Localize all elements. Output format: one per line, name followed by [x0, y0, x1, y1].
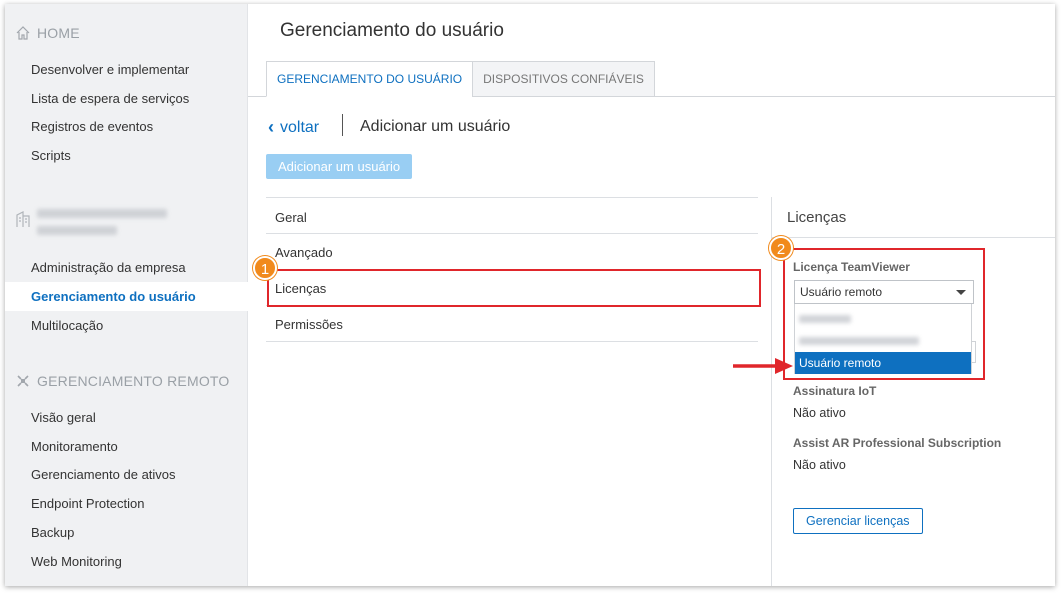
tab-user-management[interactable]: GERENCIAMENTO DO USUÁRIO — [266, 61, 474, 97]
sidebar-item-web-monitoring[interactable]: Web Monitoring — [5, 547, 248, 576]
app-window: HOME Desenvolver e implementar Lista de … — [5, 4, 1055, 586]
sidebar-item-company-admin[interactable]: Administração da empresa — [5, 253, 248, 282]
sidebar-section-remote-management[interactable]: GERENCIAMENTO REMOTO — [15, 373, 230, 389]
sidebar-item-backup[interactable]: Backup — [5, 518, 248, 547]
chevron-left-icon: ‹ — [268, 117, 274, 137]
assist-ar-label: Assist AR Professional Subscription — [793, 436, 1002, 450]
menu-divider — [266, 341, 758, 342]
sidebar-item-multitenancy[interactable]: Multilocação — [5, 311, 248, 340]
menu-item-general[interactable]: Geral — [275, 210, 307, 225]
building-icon — [16, 211, 30, 227]
page-title: Gerenciamento do usuário — [280, 20, 504, 41]
manage-licenses-button[interactable]: Gerenciar licenças — [793, 508, 923, 534]
licenses-title: Licenças — [787, 209, 847, 226]
sidebar: HOME Desenvolver e implementar Lista de … — [5, 4, 248, 586]
assist-ar-value: Não ativo — [793, 458, 846, 472]
sidebar-item-user-management[interactable]: Gerenciamento do usuário — [5, 282, 248, 311]
sidebar-section-title: GERENCIAMENTO REMOTO — [37, 373, 230, 389]
sub-title: Adicionar um usuário — [360, 118, 511, 135]
sidebar-item-event-logs[interactable]: Registros de eventos — [5, 112, 248, 141]
back-link[interactable]: ‹ voltar — [268, 117, 319, 138]
iot-subscription-label: Assinatura IoT — [793, 384, 877, 398]
menu-divider — [266, 233, 758, 234]
sidebar-item-deploy[interactable]: Desenvolver e implementar — [5, 55, 248, 84]
highlight-license-select-box — [783, 248, 985, 380]
tab-trusted-devices[interactable]: DISPOSITIVOS CONFIÁVEIS — [472, 61, 655, 97]
sidebar-section-title: HOME — [37, 25, 80, 41]
iot-subscription-value: Não ativo — [793, 406, 846, 420]
tab-bar: GERENCIAMENTO DO USUÁRIO DISPOSITIVOS CO… — [266, 61, 655, 97]
menu-item-advanced[interactable]: Avançado — [275, 245, 333, 260]
back-label: voltar — [280, 118, 320, 136]
menu-divider — [266, 197, 758, 198]
blurred-company-name — [37, 209, 167, 218]
sidebar-item-endpoint-protection[interactable]: Endpoint Protection — [5, 489, 248, 518]
highlight-licenses-box — [267, 269, 761, 307]
blurred-company-detail — [37, 226, 117, 235]
red-arrow-icon — [733, 358, 793, 374]
step-badge-2: 2 — [769, 236, 793, 260]
menu-item-permissions[interactable]: Permissões — [275, 317, 343, 332]
breadcrumb-separator — [342, 114, 343, 136]
home-icon — [16, 26, 30, 40]
remote-management-icon — [17, 375, 29, 387]
sidebar-item-overview[interactable]: Visão geral — [5, 403, 248, 432]
add-user-button[interactable]: Adicionar um usuário — [266, 154, 413, 179]
sidebar-item-asset-management[interactable]: Gerenciamento de ativos — [5, 460, 248, 489]
sidebar-item-monitoring[interactable]: Monitoramento — [5, 432, 248, 461]
sidebar-item-service-queue[interactable]: Lista de espera de serviços — [5, 84, 248, 113]
step-badge-1: 1 — [253, 256, 277, 280]
licenses-divider — [772, 237, 1055, 238]
sidebar-item-scripts[interactable]: Scripts — [5, 141, 248, 170]
sidebar-section-home[interactable]: HOME — [15, 25, 80, 41]
